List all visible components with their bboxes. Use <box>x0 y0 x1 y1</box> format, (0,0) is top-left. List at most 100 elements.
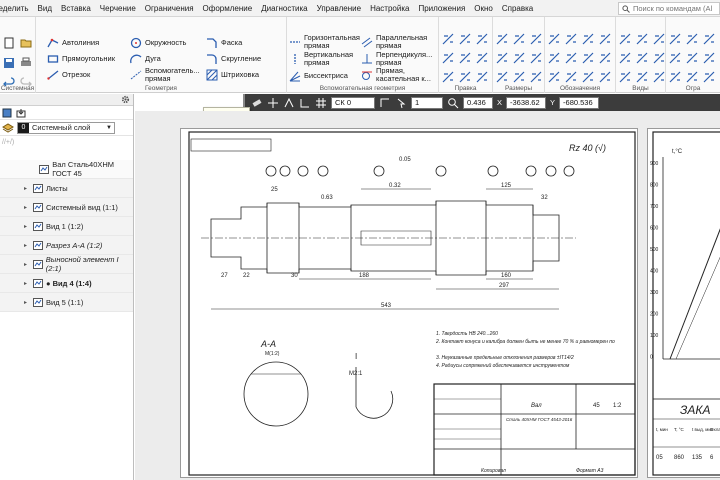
views-tool-icon-5[interactable] <box>653 52 665 64</box>
vertical-line-button[interactable]: Вертикальная прямая <box>289 51 366 67</box>
designation-tool-icon-1[interactable] <box>565 33 577 45</box>
designation-tool-icon-6[interactable] <box>582 52 594 64</box>
export-icon[interactable] <box>16 108 26 118</box>
edit-tool-icon-0[interactable] <box>442 33 454 45</box>
x-coordinate-field[interactable]: -3638.62 <box>506 96 547 109</box>
layer-select[interactable]: 0 Системный слой ▼ <box>17 121 115 134</box>
rectangle-button[interactable]: Прямоугольник <box>47 53 115 65</box>
horizontal-line-button[interactable]: Горизонтальная прямая <box>289 34 366 50</box>
views-tool-icon-4[interactable] <box>636 52 648 64</box>
image-icon[interactable] <box>2 108 12 118</box>
expand-arrow-icon[interactable]: ▸ <box>24 223 30 230</box>
views-tool-icon-0[interactable] <box>619 33 631 45</box>
menu-item-3[interactable]: Черчение <box>100 4 136 13</box>
gear-icon[interactable] <box>121 95 130 104</box>
edit-tool-icon-2[interactable] <box>476 33 488 45</box>
dims-tool-icon-2[interactable] <box>530 33 542 45</box>
constraint-tool-icon-4[interactable] <box>686 52 698 64</box>
tree-item[interactable]: ▸ ● Вид 4 (1:4) <box>0 274 133 293</box>
open-icon[interactable] <box>20 37 32 49</box>
expand-arrow-icon[interactable]: ▸ <box>24 261 30 268</box>
menu-item-8[interactable]: Настройка <box>370 4 409 13</box>
autoline-button[interactable]: Автолиния <box>47 37 99 49</box>
ortho-icon[interactable] <box>299 97 311 109</box>
dims-tool-icon-3[interactable] <box>496 52 508 64</box>
new-file-icon[interactable] <box>3 37 15 49</box>
dims-tool-icon-5[interactable] <box>530 52 542 64</box>
zoom-field[interactable]: 0.436 <box>463 96 493 109</box>
tree-item[interactable]: ▸ Вид 1 (1:2) <box>0 217 133 236</box>
views-tool-icon-2[interactable] <box>653 33 665 45</box>
tree-item[interactable]: ▸ Выносной элемент I (2:1) <box>0 255 133 274</box>
constraint-tool-icon-5[interactable] <box>703 52 715 64</box>
dims-tool-icon-0[interactable] <box>496 33 508 45</box>
dims-tool-icon-8[interactable] <box>530 71 542 83</box>
tangent-line-button[interactable]: Прямая, касательная к... <box>361 67 438 83</box>
views-tool-icon-7[interactable] <box>636 71 648 83</box>
edit-tool-icon-4[interactable] <box>459 52 471 64</box>
snap-icon[interactable] <box>283 97 295 109</box>
menu-file[interactable]: ределить <box>0 4 29 13</box>
expand-arrow-icon[interactable]: ▸ <box>24 280 30 287</box>
menu-item-1[interactable]: Вид <box>38 4 52 13</box>
expand-arrow-icon[interactable]: ▸ <box>24 299 30 306</box>
dims-tool-icon-4[interactable] <box>513 52 525 64</box>
menu-item-2[interactable]: Вставка <box>61 4 91 13</box>
search-input[interactable] <box>633 4 720 13</box>
designation-tool-icon-5[interactable] <box>565 52 577 64</box>
constraint-tool-icon-3[interactable] <box>669 52 681 64</box>
menu-item-5[interactable]: Оформление <box>203 4 253 13</box>
y-coordinate-field[interactable]: -680.536 <box>559 96 600 109</box>
designation-tool-icon-3[interactable] <box>599 33 611 45</box>
hatch-button[interactable]: Штриховка <box>206 69 259 81</box>
print-icon[interactable] <box>20 57 32 69</box>
edit-tool-icon-3[interactable] <box>442 52 454 64</box>
perpendicular-line-button[interactable]: Перпендикуля... прямая <box>361 51 438 67</box>
designation-tool-icon-7[interactable] <box>599 52 611 64</box>
tree-item[interactable]: ▸ Разрез А-А (1:2) <box>0 236 133 255</box>
constraint-tool-icon-2[interactable] <box>703 33 715 45</box>
constraint-tool-icon-7[interactable] <box>686 71 698 83</box>
bisector-button[interactable]: Биссектриса <box>289 70 348 82</box>
line-style-icon[interactable] <box>379 97 391 109</box>
designation-tool-icon-2[interactable] <box>582 33 594 45</box>
drawing-canvas[interactable]: Rz 40 (√) 543 297 188 160 125 32 30 22 0… <box>135 111 720 480</box>
tree-item[interactable]: ▸ Системный вид (1:1) <box>0 198 133 217</box>
menu-item-9[interactable]: Приложения <box>418 4 465 13</box>
menu-item-10[interactable]: Окно <box>474 4 493 13</box>
edit-tool-icon-5[interactable] <box>476 52 488 64</box>
views-tool-icon-3[interactable] <box>619 52 631 64</box>
constraint-tool-icon-0[interactable] <box>669 33 681 45</box>
edit-tool-icon-7[interactable] <box>459 71 471 83</box>
designation-tool-icon-11[interactable] <box>599 71 611 83</box>
designation-tool-icon-8[interactable] <box>548 71 560 83</box>
grid-icon[interactable] <box>315 97 327 109</box>
expand-arrow-icon[interactable]: ▸ <box>24 242 30 249</box>
designation-tool-icon-10[interactable] <box>582 71 594 83</box>
arc-button[interactable]: Дуга <box>130 53 161 65</box>
expand-arrow-icon[interactable]: ▸ <box>24 204 30 211</box>
constraint-tool-icon-1[interactable] <box>686 33 698 45</box>
segment-button[interactable]: Отрезок <box>47 69 90 81</box>
dims-tool-icon-1[interactable] <box>513 33 525 45</box>
eraser-icon[interactable] <box>251 97 263 109</box>
save-icon[interactable] <box>3 57 15 69</box>
dims-tool-icon-7[interactable] <box>513 71 525 83</box>
fillet-button[interactable]: Скругление <box>206 53 261 65</box>
menu-item-7[interactable]: Управление <box>317 4 361 13</box>
tree-item[interactable]: Вал Сталь40ХНМ ГОСТ 45 <box>0 160 133 179</box>
edit-tool-icon-1[interactable] <box>459 33 471 45</box>
edit-tool-icon-8[interactable] <box>476 71 488 83</box>
constraint-tool-icon-8[interactable] <box>703 71 715 83</box>
expand-arrow-icon[interactable]: ▸ <box>24 185 30 192</box>
tree-item[interactable]: ▸ Листы <box>0 179 133 198</box>
dims-tool-icon-6[interactable] <box>496 71 508 83</box>
circle-button[interactable]: Окружность <box>130 37 186 49</box>
coordinate-system-select[interactable]: СК 0 <box>331 96 375 109</box>
parallel-line-button[interactable]: Параллельная прямая <box>361 34 438 50</box>
menu-item-4[interactable]: Ограничения <box>145 4 194 13</box>
edit-tool-icon-6[interactable] <box>442 71 454 83</box>
aux-line-button[interactable]: Вспомогатель... прямая <box>130 67 203 83</box>
menu-item-6[interactable]: Диагностика <box>261 4 307 13</box>
zoom-icon[interactable] <box>447 97 459 109</box>
